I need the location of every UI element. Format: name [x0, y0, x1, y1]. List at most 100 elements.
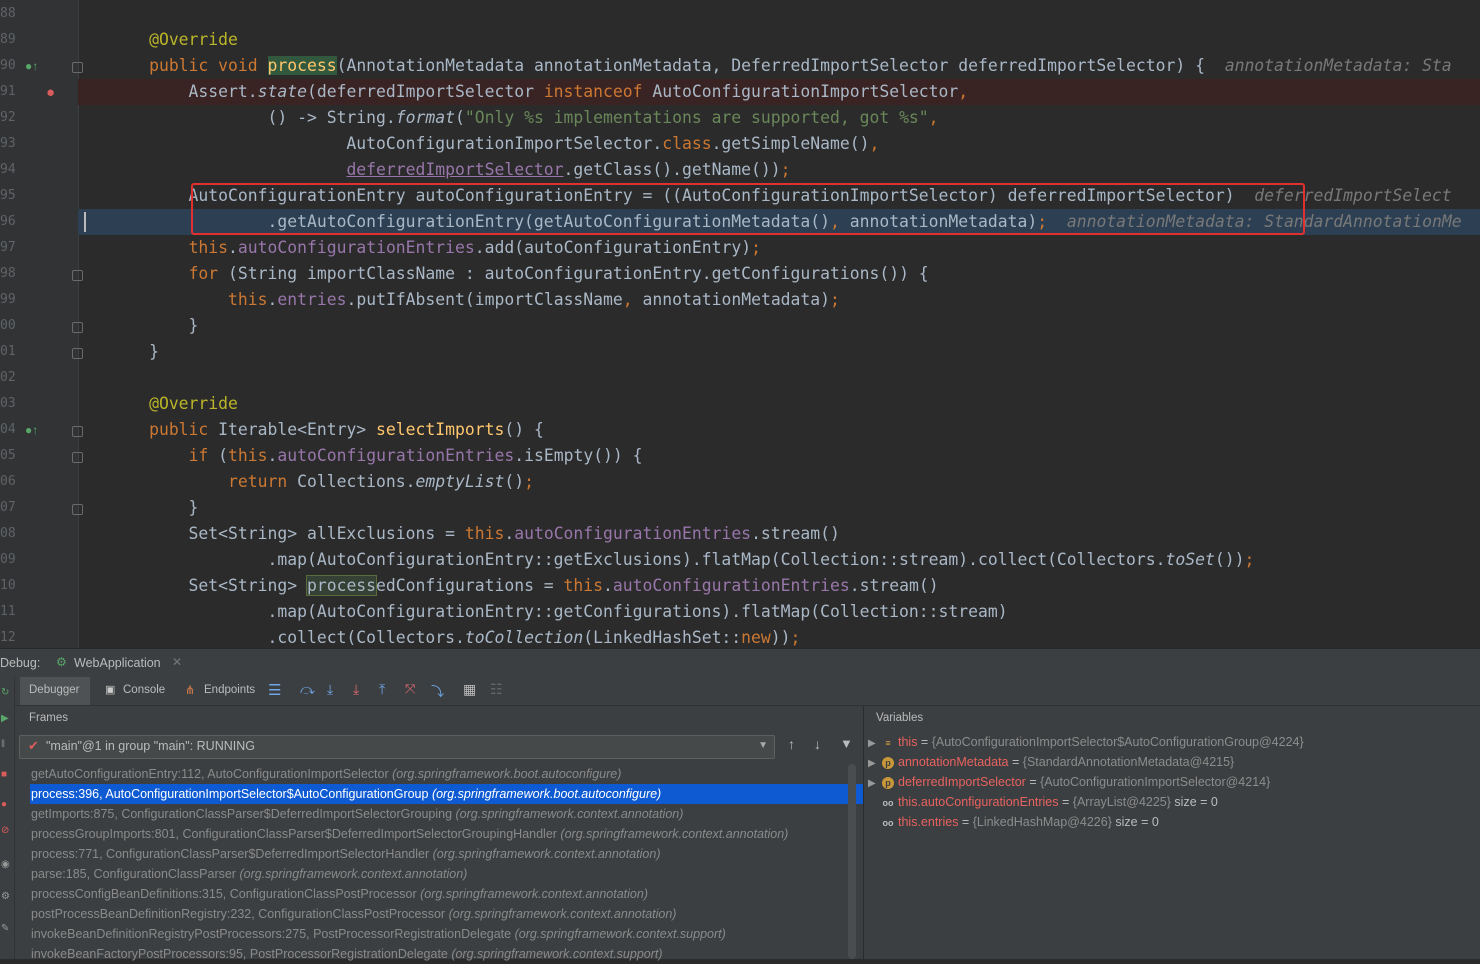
variable-row[interactable]: ▶ ≡ this = {AutoConfigurationImportSelecto…	[868, 732, 1304, 752]
step-out-icon[interactable]: ⤒	[379, 681, 385, 698]
run-to-cursor-icon[interactable]: ⤵	[431, 681, 444, 700]
code-line-93: AutoConfigurationImportSelector.class.ge…	[80, 134, 880, 153]
expand-arrow-icon[interactable]: ▶	[868, 734, 882, 754]
frames-panel: Frames ✔ "main"@1 in group "main": RUNNI…	[15, 706, 863, 961]
variable-equals: =	[1025, 775, 1041, 789]
frame-method: getImports:875, ConfigurationClassParser…	[31, 807, 456, 821]
breakpoint-icon[interactable]: ●	[46, 84, 55, 101]
camera-icon[interactable]: ◉	[1, 859, 10, 870]
tab-debugger[interactable]: Debugger	[29, 684, 80, 696]
step-into-icon[interactable]: ⤓	[327, 681, 333, 698]
variable-row[interactable]: ▶ p annotationMetadata = {StandardAnnotati…	[868, 752, 1234, 772]
variable-name: deferredImportSelector	[898, 775, 1026, 789]
debug-label: Debug:	[0, 656, 41, 670]
thread-status-icon: ✔	[28, 738, 39, 753]
debug-tool-window: Debug: ⚙ WebApplication ✕ Debugger ▣ Con…	[0, 648, 1480, 961]
code-editor[interactable]: 88 89 90 91 92 93 94 95 96 97 98 99 00 01 02 03 04 05 06 07…	[0, 0, 1480, 648]
drop-frame-icon[interactable]: ⤧	[405, 681, 415, 697]
endpoints-icon: ⋔	[185, 683, 196, 697]
variable-value: {AutoConfigurationImportSelector$AutoCon…	[931, 735, 1304, 749]
line-number: 12	[0, 630, 16, 645]
frame-row[interactable]: process:396, AutoConfigurationImportSele…	[30, 784, 863, 804]
frame-row[interactable]: invokeBeanFactoryPostProcessors:95, Post…	[31, 944, 663, 964]
override-icon[interactable]: ●↑	[25, 59, 38, 73]
arrow-up-icon[interactable]: ↑	[788, 736, 795, 752]
chevron-down-icon[interactable]: ▼	[758, 740, 768, 751]
variables-title: Variables	[876, 712, 924, 724]
frame-row[interactable]: getAutoConfigurationEntry:112, AutoConfi…	[31, 764, 621, 784]
evaluate-expression-icon[interactable]: ▦	[463, 681, 476, 698]
code-line-89: @Override	[149, 30, 238, 49]
line-number: 99	[0, 292, 16, 307]
variable-row[interactable]: oo this.entries = {LinkedHashMap@4226} si…	[868, 812, 1159, 832]
frame-package: (org.springframework.context.annotation)	[239, 867, 468, 881]
frame-method: parse:185, ConfigurationClassParser	[31, 867, 240, 881]
variable-row[interactable]: oo this.autoConfigurationEntries = {Array…	[868, 792, 1218, 812]
line-number: 11	[0, 604, 16, 619]
frame-row[interactable]: postProcessBeanDefinitionRegistry:232, C…	[31, 904, 676, 924]
expand-arrow-icon[interactable]: ▶	[868, 754, 882, 774]
frame-method: processConfigBeanDefinitions:315, Config…	[31, 887, 421, 901]
tab-console[interactable]: Console	[123, 684, 165, 696]
tab-endpoints[interactable]: Endpoints	[204, 684, 255, 696]
frame-row[interactable]: processGroupImports:801, ConfigurationCl…	[31, 824, 788, 844]
inline-value-hint: annotationMetadata: Sta	[1224, 56, 1452, 75]
thread-selector[interactable]: ✔ "main"@1 in group "main": RUNNING ▼	[19, 735, 775, 759]
frame-method: invokeBeanDefinitionRegistryPostProcesso…	[31, 927, 515, 941]
frames-title: Frames	[29, 712, 68, 724]
line-number: 06	[0, 474, 16, 489]
code-line-400: }	[80, 316, 199, 335]
rerun-icon[interactable]: ↻	[1, 687, 9, 698]
line-number: 95	[0, 188, 16, 203]
threads-icon[interactable]: ☰	[268, 681, 281, 699]
code-line-97: this.autoConfigurationEntries.add(autoCo…	[188, 238, 761, 257]
code-line-404: public Iterable<Entry> selectImports() {	[149, 420, 544, 439]
frame-method: processGroupImports:801, ConfigurationCl…	[31, 827, 561, 841]
mute-breakpoints-icon[interactable]: ⊘	[1, 825, 9, 836]
variable-row[interactable]: ▶ p deferredImportSelector = {AutoConfigur…	[868, 772, 1270, 792]
code-line-411: .map(AutoConfigurationEntry::getConfigur…	[80, 602, 1008, 621]
line-number: 10	[0, 578, 16, 593]
filter-icon[interactable]: ▼	[840, 736, 853, 751]
frame-row[interactable]: process:771, ConfigurationClassParser$De…	[31, 844, 660, 864]
resume-icon[interactable]: ▶	[1, 713, 9, 724]
variable-value: {AutoConfigurationImportSelector@4214}	[1040, 775, 1271, 789]
frames-scrollbar[interactable]	[848, 764, 856, 959]
override-icon[interactable]: ●↑	[25, 423, 38, 437]
frame-row[interactable]: invokeBeanDefinitionRegistryPostProcesso…	[31, 924, 726, 944]
stop-icon[interactable]: ■	[1, 769, 7, 780]
variable-size: size = 0	[1111, 815, 1159, 829]
pin-icon[interactable]: ✎	[1, 923, 9, 934]
arrow-down-icon[interactable]: ↓	[814, 736, 821, 752]
force-step-into-icon[interactable]: ⤓	[353, 681, 359, 698]
console-icon: ▣	[105, 684, 116, 696]
frame-row[interactable]: parse:185, ConfigurationClassParser (org…	[31, 864, 467, 884]
frame-package: (org.springframework.context.annotation)	[448, 907, 677, 921]
frame-row[interactable]: processConfigBeanDefinitions:315, Config…	[31, 884, 648, 904]
line-number: 92	[0, 110, 16, 125]
trace-icon[interactable]: ☷	[490, 681, 503, 698]
frame-package: (org.springframework.context.annotation)	[560, 827, 789, 841]
code-line-409: .map(AutoConfigurationEntry::getExclusio…	[80, 550, 1255, 569]
step-over-icon[interactable]: ⤼	[300, 681, 315, 698]
close-icon[interactable]: ✕	[172, 655, 182, 669]
frame-package: (org.springframework.boot.autoconfigure)	[392, 767, 622, 781]
variables-panel: Variables ▶ ≡ this = {AutoConfigurationImp…	[863, 706, 1480, 959]
frame-package: (org.springframework.context.support)	[451, 947, 663, 961]
debug-side-toolbar: ↻ ▶ ‖ ■ ● ⊘ ◉ ⚙ ✎	[0, 677, 15, 959]
settings-gear-icon[interactable]: ⚙	[1, 891, 10, 902]
frame-method: process:396, AutoConfigurationImportSele…	[31, 787, 432, 801]
line-number: 08	[0, 526, 16, 541]
view-breakpoints-icon[interactable]: ●	[1, 799, 7, 810]
code-line-90: public void process(AnnotationMetadata a…	[149, 56, 1452, 75]
variable-size: size = 0	[1170, 795, 1218, 809]
line-number: 03	[0, 396, 16, 411]
code-line-412: .collect(Collectors.toCollection(LinkedH…	[80, 628, 801, 647]
expand-arrow-icon[interactable]: ▶	[868, 774, 882, 794]
line-number: 93	[0, 136, 16, 151]
frame-row[interactable]: getImports:875, ConfigurationClassParser…	[31, 804, 683, 824]
session-tab-webapplication[interactable]: WebApplication	[74, 656, 161, 670]
pause-icon[interactable]: ‖	[1, 739, 5, 750]
frame-method: process:771, ConfigurationClassParser$De…	[31, 847, 433, 861]
code-line-98: for (String importClassName : autoConfig…	[188, 264, 929, 283]
